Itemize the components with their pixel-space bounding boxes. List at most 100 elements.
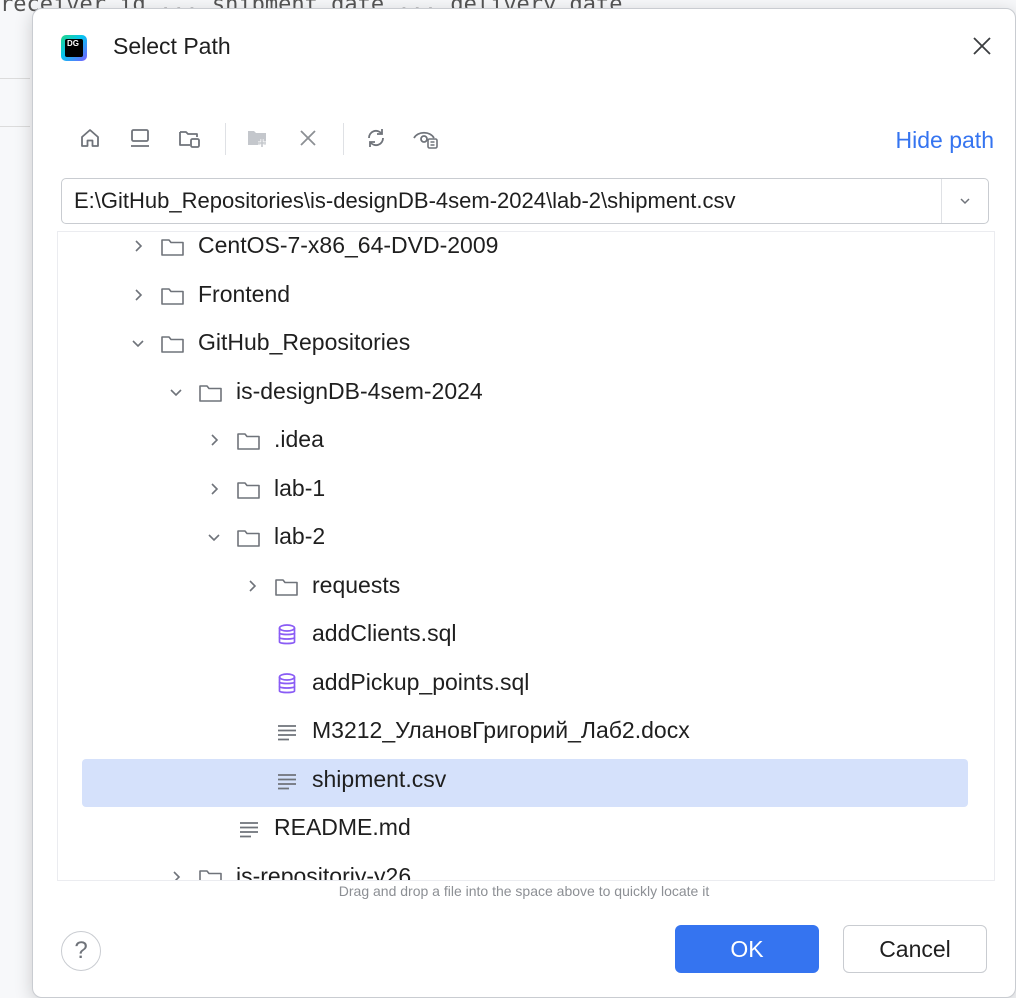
path-dropdown-button[interactable] [941, 179, 988, 223]
expand-toggle[interactable] [166, 382, 186, 402]
chevron-right-icon [211, 434, 219, 446]
tree-folder-row[interactable]: .idea [58, 420, 968, 462]
delete-button[interactable] [291, 121, 325, 155]
tree-folder-row[interactable]: lab-2 [58, 517, 968, 559]
text-file-icon-wrapper [236, 816, 262, 842]
tree-item-label: lab-2 [274, 523, 326, 549]
cancel-button[interactable]: Cancel [843, 925, 987, 973]
tree-item-label: requests [312, 571, 401, 598]
text-file-icon [278, 773, 296, 789]
tree-item-label: addClients.sql [312, 620, 457, 646]
database-file-icon-wrapper [274, 622, 300, 648]
tree-folder-row[interactable]: lab-1 [58, 469, 968, 511]
tree-item-label: M3212_УлановГригорий_Лаб2.docx [312, 717, 690, 743]
tree-item-label: lab-1 [274, 474, 326, 501]
folder-icon-wrapper [160, 234, 186, 260]
show-hidden-icon [413, 131, 438, 149]
collapse-toggle[interactable] [204, 479, 224, 499]
folder-icon-wrapper [236, 525, 262, 551]
chevron-down-icon [208, 534, 220, 542]
background-divider [0, 78, 30, 79]
folder-icon-wrapper [198, 865, 224, 880]
tree-item-label: is-designDB-4sem-2024 [236, 377, 483, 404]
dialog-title: Select Path [113, 33, 231, 59]
tree-item-label: Frontend [198, 280, 291, 307]
ok-button[interactable]: OK [675, 925, 819, 973]
project-folder-button[interactable] [173, 121, 207, 155]
delete-icon [300, 130, 316, 146]
new-folder-icon [248, 131, 266, 147]
tree-file-row[interactable]: addClients.sql [58, 614, 968, 656]
toolbar-separator [343, 123, 344, 155]
hide-path-link[interactable]: Hide path [896, 127, 994, 154]
tree-item-label: is-repositoriy-y26 [236, 862, 412, 881]
project-folder-icon [179, 131, 200, 148]
select-path-dialog: DG Select Path Hide path E:\GitHub_Repos… [32, 8, 1016, 998]
close-icon [973, 37, 991, 55]
tree-item-label: CentOS-7-x86_64-DVD-2009 [198, 232, 499, 258]
chevron-right-icon [211, 482, 219, 495]
tree-item-label: .idea [274, 426, 324, 452]
tree-file-row[interactable]: shipment.csv [58, 758, 968, 807]
path-combobox [61, 178, 989, 224]
path-input[interactable] [62, 179, 936, 223]
folder-icon [199, 384, 222, 402]
chevron-right-icon [135, 288, 143, 301]
tree-item-label: README.md [274, 814, 411, 840]
database-file-icon-wrapper [274, 671, 300, 697]
desktop-icon [131, 129, 149, 147]
chevron-right-icon [135, 240, 143, 252]
tree-folder-row[interactable]: requests [58, 566, 968, 608]
tree-item-label: shipment.csv [312, 765, 447, 792]
folder-icon-wrapper [160, 331, 186, 357]
folder-icon [161, 239, 184, 256]
close-button[interactable] [967, 31, 997, 61]
folder-icon [237, 433, 260, 450]
folder-icon [161, 287, 184, 305]
collapse-toggle[interactable] [128, 285, 148, 305]
file-tree[interactable]: is-repositoriy-y26 README.md shipment.csv M… [57, 231, 995, 881]
expand-toggle[interactable] [128, 333, 148, 353]
datagrip-logo-icon: DG [61, 35, 87, 61]
toolbar-separator [225, 123, 226, 155]
chevron-right-icon [249, 579, 257, 592]
tree-file-row[interactable]: M3212_УлановГригорий_Лаб2.docx [58, 711, 968, 753]
tree-folder-row[interactable]: CentOS-7-x86_64-DVD-2009 [58, 232, 968, 268]
folder-icon [237, 530, 260, 547]
folder-icon [237, 481, 260, 499]
folder-icon-wrapper [236, 428, 262, 454]
tree-folder-row[interactable]: is-repositoriy-y26 [58, 857, 968, 881]
collapse-toggle[interactable] [204, 430, 224, 450]
tree-folder-row[interactable]: is-designDB-4sem-2024 [58, 372, 968, 414]
collapse-toggle[interactable] [128, 236, 148, 256]
chevron-right-icon [173, 870, 181, 880]
help-button[interactable]: ? [61, 931, 101, 971]
show-hidden-button[interactable] [409, 121, 443, 155]
folder-icon-wrapper [160, 283, 186, 309]
folder-icon [161, 336, 184, 353]
background-divider [0, 126, 30, 127]
new-folder-button[interactable] [241, 121, 275, 155]
dialog-titlebar: DG Select Path [33, 9, 1015, 89]
file-chooser-toolbar: Hide path [73, 117, 994, 161]
refresh-button[interactable] [359, 121, 393, 155]
collapse-toggle[interactable] [166, 867, 186, 880]
desktop-button[interactable] [123, 121, 157, 155]
chevron-down-icon [132, 340, 144, 348]
expand-toggle[interactable] [204, 527, 224, 547]
database-file-icon [278, 672, 296, 693]
tree-file-row[interactable]: addPickup_points.sql [58, 663, 968, 705]
folder-icon-wrapper [236, 477, 262, 503]
tree-folder-row[interactable]: GitHub_Repositories [58, 323, 968, 365]
text-file-icon-wrapper [274, 768, 300, 794]
home-icon [81, 129, 99, 147]
text-file-icon [278, 725, 296, 741]
text-file-icon-wrapper [274, 719, 300, 745]
collapse-toggle[interactable] [242, 576, 262, 596]
chevron-down-icon [960, 198, 970, 205]
tree-file-row[interactable]: README.md [58, 808, 968, 850]
tree-item-label: GitHub_Repositories [198, 329, 411, 355]
tree-folder-row[interactable]: Frontend [58, 275, 968, 317]
folder-icon [199, 869, 222, 880]
home-button[interactable] [73, 121, 107, 155]
